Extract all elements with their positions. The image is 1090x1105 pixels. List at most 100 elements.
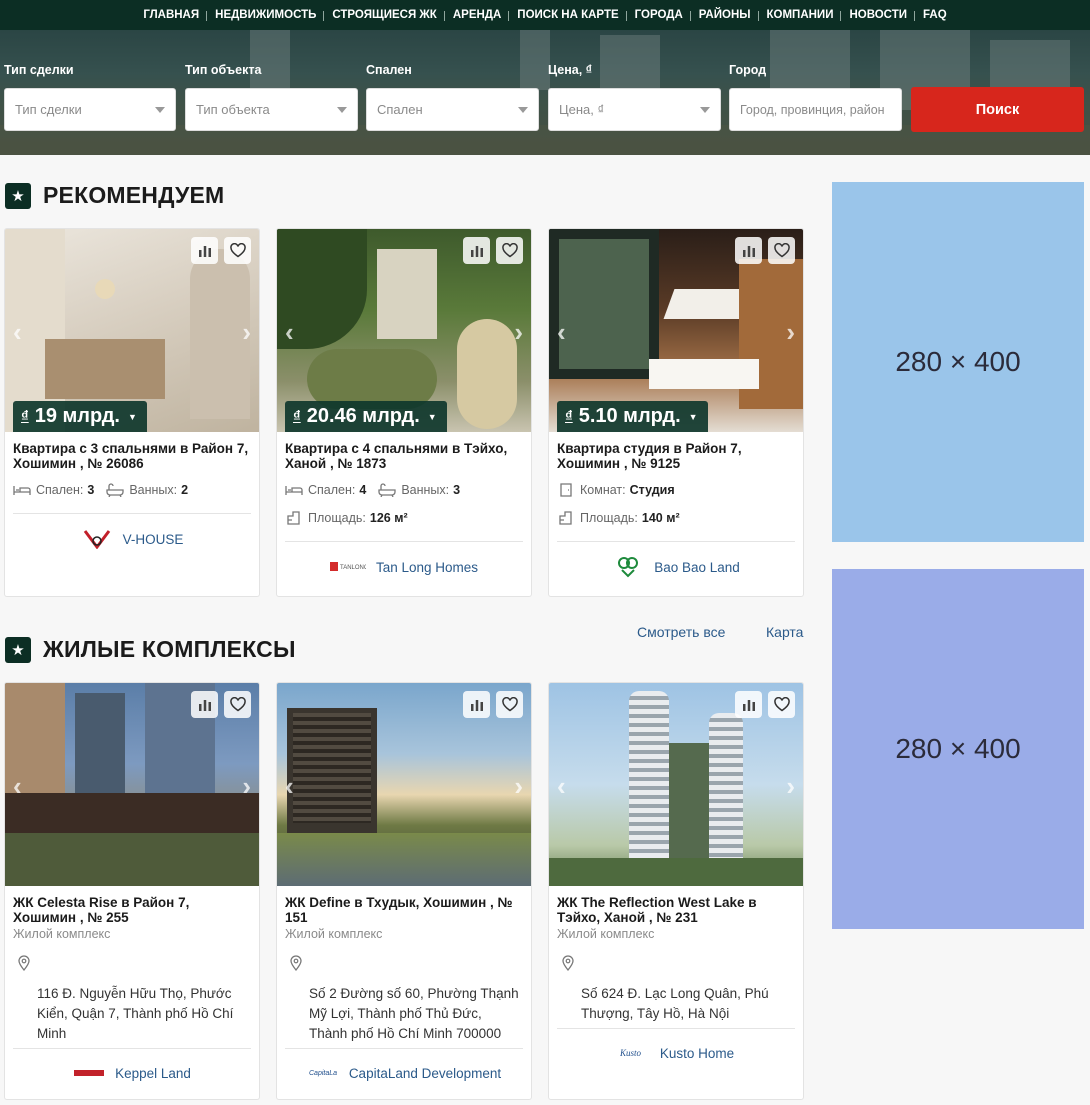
property-specs: Спален: 3 Ванных: 2 [13,483,251,497]
chevron-right-icon[interactable]: › [786,317,795,348]
svg-text:CapitaLand: CapitaLand [309,1070,337,1077]
heart-icon[interactable] [224,691,251,718]
complex-title[interactable]: ЖК The Reflection West Lake в Тэйхо, Хан… [557,895,795,925]
company-link[interactable]: CapitaLand CapitaLand Development [277,1049,531,1097]
property-card[interactable]: ‹ › ₫ 5.10 млрд. ▼ Квартира студия в Рай… [548,228,804,597]
chevron-left-icon[interactable]: ‹ [13,317,22,348]
property-card[interactable]: ‹ › ₫ 20.46 млрд. ▼ Квартира с 4 спальня… [276,228,532,597]
complex-card[interactable]: ‹ › ЖК The Reflection West Lake в Тэйхо,… [548,682,804,1100]
price-tag: ₫ 5.10 млрд. ▼ [557,401,708,432]
complex-card[interactable]: ‹ › ЖК Celesta Rise в Район 7, Хошимин ,… [4,682,260,1100]
chevron-right-icon[interactable]: › [514,317,523,348]
property-photo: ‹ › ₫ 20.46 млрд. ▼ [277,229,531,432]
nav-news[interactable]: НОВОСТИ [840,9,915,21]
nav-companies[interactable]: КОМПАНИИ [757,9,842,21]
chevron-down-icon [518,106,528,113]
compare-icon[interactable] [735,691,762,718]
chevron-right-icon[interactable]: › [242,317,251,348]
svg-text:Kusto: Kusto [620,1048,642,1058]
property-area: Площадь: 140 м² [557,511,795,525]
complex-type: Жилой комплекс [13,927,111,941]
caret-down-icon[interactable]: ▼ [128,412,137,422]
deal-type-label: Тип сделки [4,63,74,77]
bedrooms-select[interactable]: Спален [366,88,539,131]
chevron-left-icon[interactable]: ‹ [285,317,294,348]
heart-icon[interactable] [768,691,795,718]
company-logo [81,528,113,550]
complex-type: Жилой комплекс [285,927,383,941]
chevron-left-icon[interactable]: ‹ [557,317,566,348]
star-icon: ★ [5,636,31,663]
ad-banner[interactable]: 280 × 400 [832,182,1084,542]
chevron-down-icon [155,106,165,113]
map-link[interactable]: Карта [766,624,803,640]
caret-down-icon[interactable]: ▼ [428,412,437,422]
complex-type: Жилой комплекс [557,927,655,941]
nav-home[interactable]: ГЛАВНАЯ [135,9,207,21]
top-nav: ГЛАВНАЯ НЕДВИЖИМОСТЬ СТРОЯЩИЕСЯ ЖК АРЕНД… [0,0,1090,30]
company-link[interactable]: Bao Bao Land [549,542,803,592]
complex-photo: ‹ › [277,683,531,886]
ad-banner[interactable]: 280 × 400 [832,569,1084,929]
chevron-right-icon[interactable]: › [514,771,523,802]
heart-icon[interactable] [496,237,523,264]
company-link[interactable]: Keppel Land [5,1049,259,1097]
price-select[interactable]: Цена, ₫ [548,88,721,131]
city-field[interactable] [729,88,902,131]
chevron-left-icon[interactable]: ‹ [557,771,566,802]
location-pin-icon [18,955,30,972]
deal-type-select[interactable]: Тип сделки [4,88,176,131]
compare-icon[interactable] [463,237,490,264]
chevron-right-icon[interactable]: › [786,771,795,802]
compare-icon[interactable] [191,237,218,264]
see-all-link[interactable]: Смотреть все [637,624,725,640]
company-link[interactable]: TANLONG Tan Long Homes [277,542,531,592]
company-logo: CapitaLand [307,1062,339,1084]
price-label: Цена, ₫ [548,63,593,77]
nav-cities[interactable]: ГОРОДА [625,9,691,21]
heart-icon[interactable] [768,237,795,264]
bed-icon [13,486,31,495]
nav-faq[interactable]: FAQ [914,9,955,21]
company-link[interactable]: V-HOUSE [5,514,259,564]
complex-title[interactable]: ЖК Celesta Rise в Район 7, Хошимин , № 2… [13,895,251,925]
heart-icon[interactable] [496,691,523,718]
company-link[interactable]: Kusto Kusto Home [549,1029,803,1077]
complex-card[interactable]: ‹ › ЖК Define в Тхудык, Хошимин , № 151 … [276,682,532,1100]
property-area: Площадь: 126 м² [285,511,523,525]
price-tag: ₫ 20.46 млрд. ▼ [285,401,447,432]
complex-address: Số 2 Đường số 60, Phường Thạnh Mỹ Lợi, T… [309,986,519,1041]
area-icon [287,511,300,525]
compare-icon[interactable] [191,691,218,718]
property-card[interactable]: ‹ › ₫ 19 млрд. ▼ Квартира с 3 спальнями … [4,228,260,597]
chevron-left-icon[interactable]: ‹ [285,771,294,802]
star-icon: ★ [5,182,31,209]
object-type-label: Тип объекта [185,63,262,77]
property-specs: Спален: 4 Ванных: 3 [285,483,523,497]
heart-icon[interactable] [224,237,251,264]
compare-icon[interactable] [463,691,490,718]
search-button[interactable]: Поиск [911,87,1084,132]
chevron-down-icon [337,106,347,113]
bedrooms-label: Спален [366,63,412,77]
location-pin-icon [290,955,302,972]
chevron-right-icon[interactable]: › [242,771,251,802]
property-title[interactable]: Квартира с 3 спальнями в Район 7, Хошими… [13,441,251,471]
complex-title[interactable]: ЖК Define в Тхудык, Хошимин , № 151 [285,895,523,925]
nav-map-search[interactable]: ПОИСК НА КАРТЕ [508,9,626,21]
object-type-select[interactable]: Тип объекта [185,88,358,131]
company-logo: Kusto [618,1042,650,1064]
nav-rent[interactable]: АРЕНДА [443,9,509,21]
chevron-left-icon[interactable]: ‹ [13,771,22,802]
nav-new-buildings[interactable]: СТРОЯЩИЕСЯ ЖК [323,9,444,21]
nav-property[interactable]: НЕДВИЖИМОСТЬ [206,9,324,21]
property-title[interactable]: Квартира с 4 спальнями в Тэйхо, Ханой , … [285,441,523,471]
price-tag: ₫ 19 млрд. ▼ [13,401,147,432]
caret-down-icon[interactable]: ▼ [689,412,698,422]
property-title[interactable]: Квартира студия в Район 7, Хошимин , № 9… [557,441,795,471]
nav-districts[interactable]: РАЙОНЫ [689,9,759,21]
city-input[interactable] [740,102,891,117]
compare-icon[interactable] [735,237,762,264]
chevron-down-icon [700,106,710,113]
company-logo [73,1062,105,1084]
